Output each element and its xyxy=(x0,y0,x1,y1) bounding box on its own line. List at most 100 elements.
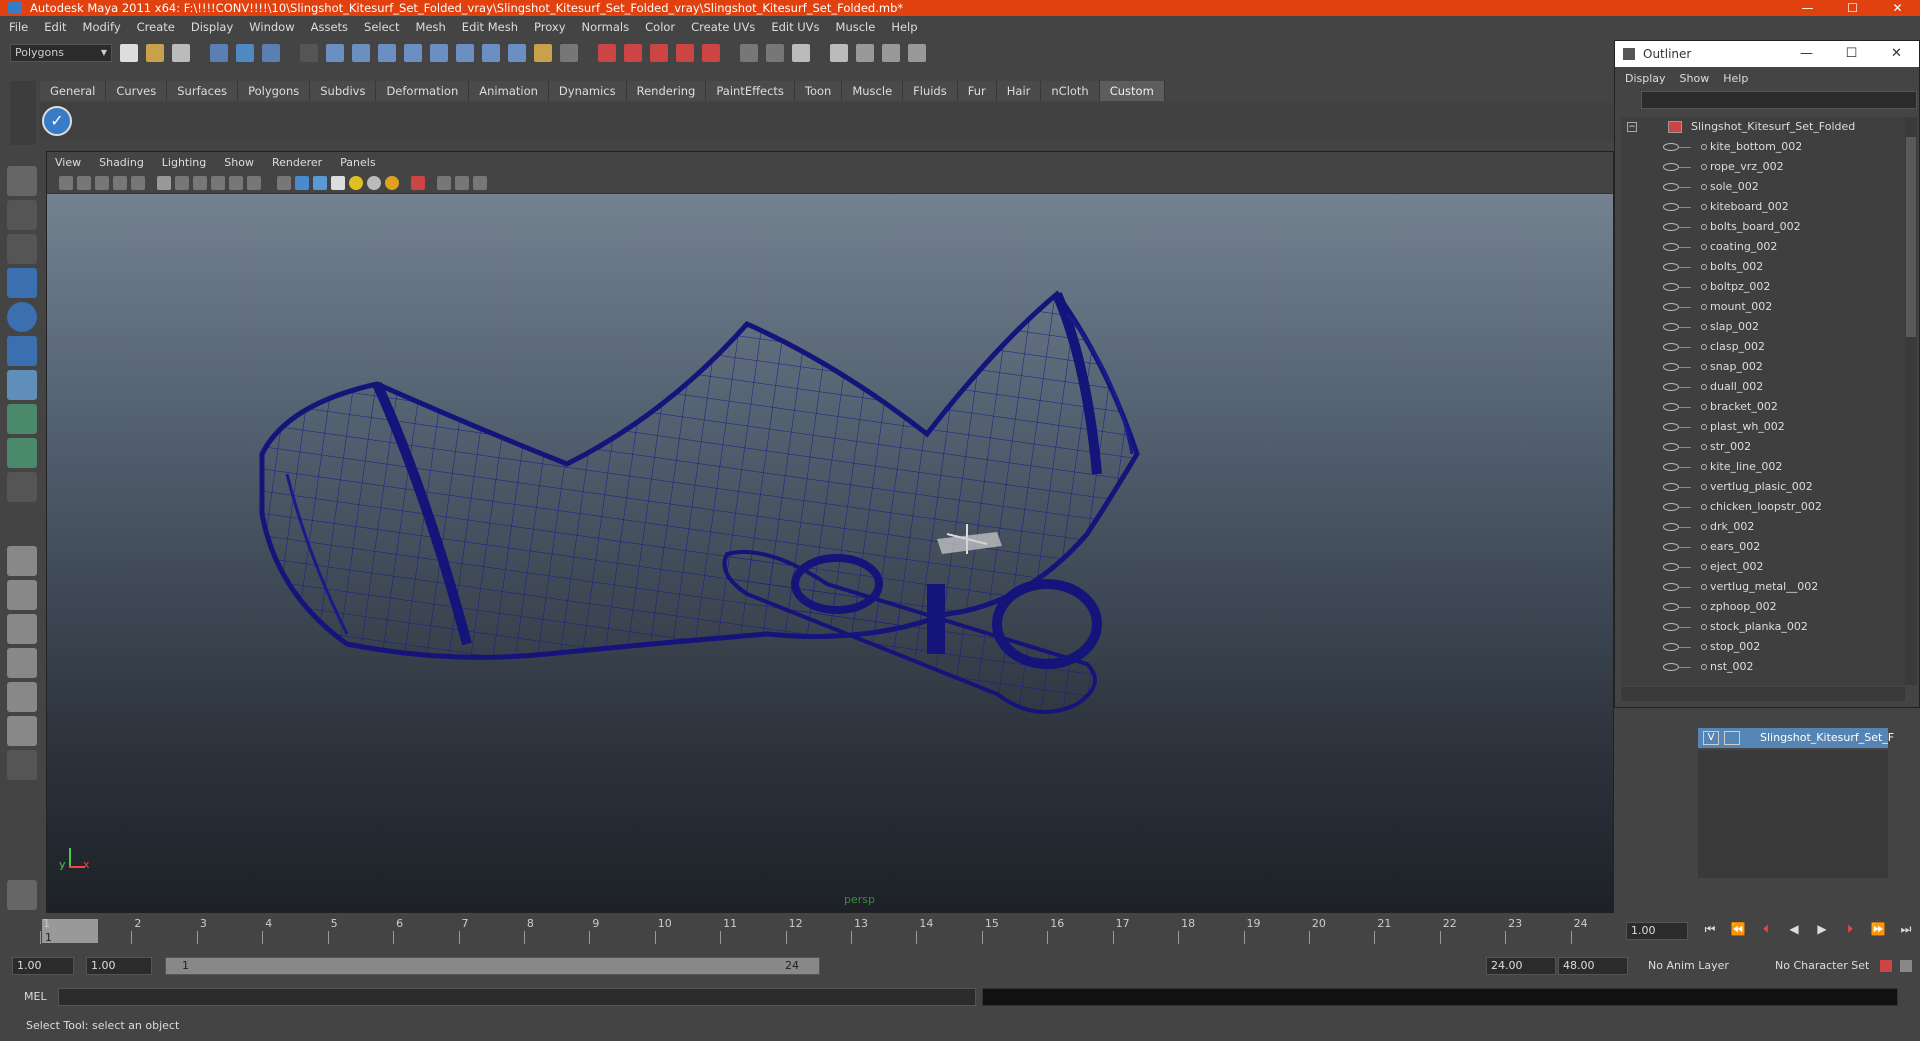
viewport-menu-view[interactable]: View xyxy=(55,156,81,169)
maximize-button[interactable]: ☐ xyxy=(1830,0,1875,16)
select-tool-icon[interactable] xyxy=(7,166,37,196)
rotate-tool-icon[interactable] xyxy=(7,302,37,332)
viewport-menu-shading[interactable]: Shading xyxy=(99,156,144,169)
frame-selected-icon[interactable] xyxy=(455,176,469,190)
outliner-item[interactable]: plast_wh_002 xyxy=(1621,417,1905,437)
outliner-item[interactable]: snap_002 xyxy=(1621,357,1905,377)
shelf-menu-handle[interactable] xyxy=(10,81,36,145)
render-layout-icon[interactable] xyxy=(7,716,37,746)
textured-icon[interactable] xyxy=(211,176,225,190)
outliner-menu-help[interactable]: Help xyxy=(1723,72,1748,85)
outliner-item[interactable]: bolts_board_002 xyxy=(1621,217,1905,237)
step-forward-key-icon[interactable]: ⏵ xyxy=(1836,922,1864,937)
save-scene-icon[interactable] xyxy=(172,44,190,62)
menu-color[interactable]: Color xyxy=(645,20,675,34)
tab-subdivs[interactable]: Subdivs xyxy=(310,81,377,101)
outliner-item[interactable]: bracket_002 xyxy=(1621,397,1905,417)
tab-animation[interactable]: Animation xyxy=(469,81,549,101)
film-gate-icon[interactable] xyxy=(473,176,487,190)
hypershade-icon[interactable] xyxy=(702,44,720,62)
xray-icon[interactable] xyxy=(247,176,261,190)
menu-create-uvs[interactable]: Create UVs xyxy=(691,20,755,34)
move-tool-icon[interactable] xyxy=(7,268,37,298)
menu-set-dropdown[interactable]: Polygons ▼ xyxy=(10,44,112,62)
step-forward-icon[interactable]: ⏩ xyxy=(1864,922,1892,937)
outliner-item[interactable]: rope_vrz_002 xyxy=(1621,157,1905,177)
menu-mesh[interactable]: Mesh xyxy=(416,20,446,34)
outliner-item[interactable]: clasp_002 xyxy=(1621,337,1905,357)
snap-point-icon[interactable] xyxy=(378,44,396,62)
hypergraph-layout-icon[interactable] xyxy=(7,682,37,712)
preferences-icon[interactable] xyxy=(1900,960,1912,972)
viewport-menu-lighting[interactable]: Lighting xyxy=(162,156,206,169)
menu-edit-mesh[interactable]: Edit Mesh xyxy=(462,20,518,34)
outliner-root-node[interactable]: − Slingshot_Kitesurf_Set_Folded xyxy=(1621,117,1905,137)
select-hierarchy-icon[interactable] xyxy=(210,44,228,62)
checker-icon[interactable] xyxy=(331,176,345,190)
display-layer-row[interactable]: V Slingshot_Kitesurf_Set_F xyxy=(1698,728,1894,748)
shade-all-icon[interactable] xyxy=(193,176,207,190)
outliner-item[interactable]: boltpz_002 xyxy=(1621,277,1905,297)
menu-window[interactable]: Window xyxy=(249,20,294,34)
camera-select-icon[interactable] xyxy=(59,176,73,190)
single-pane-layout-icon[interactable] xyxy=(7,546,37,576)
outliner-item[interactable]: vertlug_plasic_002 xyxy=(1621,477,1905,497)
step-back-icon[interactable]: ⏪ xyxy=(1724,922,1752,937)
menu-create[interactable]: Create xyxy=(137,20,175,34)
outliner-item[interactable]: mount_002 xyxy=(1621,297,1905,317)
lock-icon[interactable] xyxy=(560,44,578,62)
outliner-filter-input[interactable] xyxy=(1641,91,1917,109)
end-time-field[interactable]: 48.00 xyxy=(1558,957,1628,975)
layout-split-icon[interactable] xyxy=(908,44,926,62)
select-camera-icon[interactable] xyxy=(411,176,425,190)
checkmark-icon[interactable]: ✓ xyxy=(42,106,72,136)
viewport-menu-panels[interactable]: Panels xyxy=(340,156,375,169)
menu-select[interactable]: Select xyxy=(364,20,399,34)
menu-edit[interactable]: Edit xyxy=(44,20,66,34)
scale-tool-icon[interactable] xyxy=(7,336,37,366)
tab-deformation[interactable]: Deformation xyxy=(376,81,470,101)
snap-curve-icon[interactable] xyxy=(352,44,370,62)
paint-select-icon[interactable] xyxy=(7,234,37,264)
cube-shaded-icon[interactable] xyxy=(295,176,309,190)
outliner-menu-show[interactable]: Show xyxy=(1680,72,1710,85)
outliner-item[interactable]: bolts_002 xyxy=(1621,257,1905,277)
perspective-viewport[interactable]: View Shading Lighting Show Renderer Pane… xyxy=(46,151,1614,913)
outliner-item[interactable]: nst_002 xyxy=(1621,657,1905,677)
outliner-item[interactable]: coating_002 xyxy=(1621,237,1905,257)
smooth-shade-icon[interactable] xyxy=(175,176,189,190)
menu-file[interactable]: File xyxy=(9,20,28,34)
selected-lights-icon[interactable] xyxy=(385,176,399,190)
scroll-thumb[interactable] xyxy=(1906,137,1916,337)
outliner-vertical-scrollbar[interactable] xyxy=(1905,117,1917,685)
close-button[interactable]: ✕ xyxy=(1875,0,1920,16)
menu-assets[interactable]: Assets xyxy=(311,20,348,34)
go-to-end-icon[interactable]: ⏭ xyxy=(1892,922,1920,937)
menu-modify[interactable]: Modify xyxy=(83,20,121,34)
channel-box-icon[interactable] xyxy=(792,44,810,62)
outliner-close-button[interactable]: ✕ xyxy=(1874,41,1919,67)
playback-end-field[interactable]: 24.00 xyxy=(1486,957,1556,975)
current-time-field[interactable]: 1.00 xyxy=(1626,922,1688,940)
outliner-item[interactable]: zphoop_002 xyxy=(1621,597,1905,617)
snap-plane-icon[interactable] xyxy=(404,44,422,62)
minimize-button[interactable]: — xyxy=(1785,0,1830,16)
menu-muscle[interactable]: Muscle xyxy=(836,20,876,34)
lasso-tool-icon[interactable] xyxy=(7,200,37,230)
attribute-editor-icon[interactable] xyxy=(740,44,758,62)
universal-manip-icon[interactable] xyxy=(7,370,37,400)
tab-fur[interactable]: Fur xyxy=(957,81,997,101)
character-set-dropdown[interactable]: No Character Set xyxy=(1775,957,1869,975)
snap-grid-icon[interactable] xyxy=(326,44,344,62)
outliner-item[interactable]: stop_002 xyxy=(1621,637,1905,657)
outliner-item[interactable]: sole_002 xyxy=(1621,177,1905,197)
tab-dynamics[interactable]: Dynamics xyxy=(548,81,627,101)
four-pane-layout-icon[interactable] xyxy=(7,580,37,610)
menu-normals[interactable]: Normals xyxy=(582,20,630,34)
show-manip-icon[interactable] xyxy=(7,438,37,468)
isolate-icon[interactable] xyxy=(277,176,291,190)
default-light-icon[interactable] xyxy=(349,176,363,190)
all-lights-icon[interactable] xyxy=(367,176,381,190)
magnet-icon[interactable] xyxy=(534,44,552,62)
outliner-item[interactable]: kiteboard_002 xyxy=(1621,197,1905,217)
